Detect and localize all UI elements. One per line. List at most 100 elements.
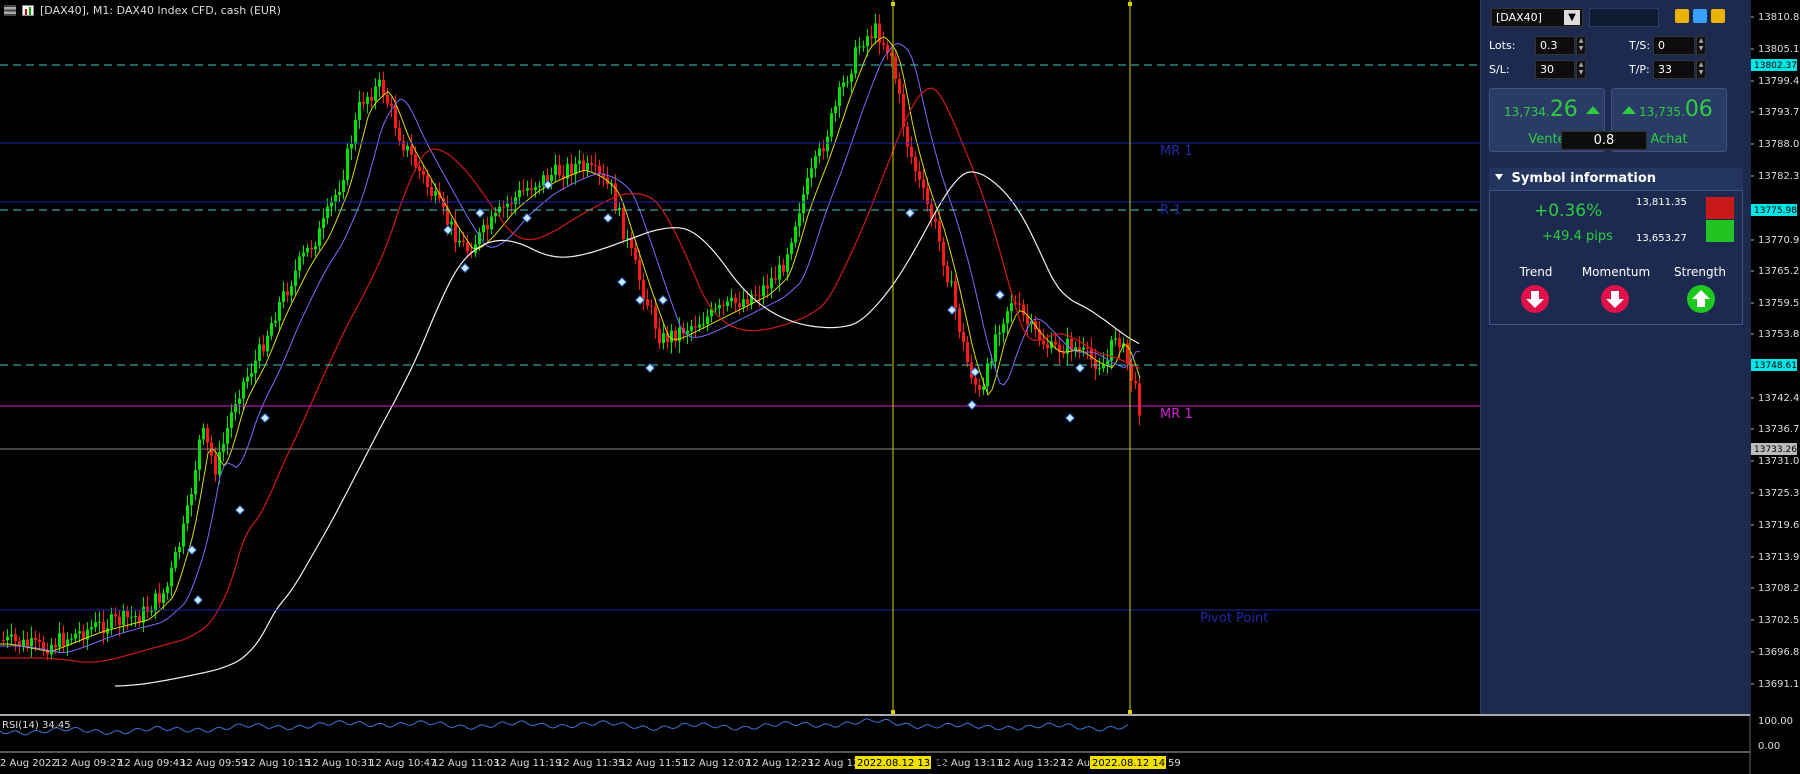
lots-stepper[interactable]: ▲ ▼ <box>1576 36 1586 55</box>
candle-body <box>626 238 629 240</box>
candle-body <box>730 297 733 302</box>
candle-body <box>370 97 373 101</box>
candle-body <box>482 225 485 233</box>
indicator-momentum: Momentum <box>1570 265 1662 279</box>
sell-price-small: 13,734. <box>1504 105 1550 119</box>
strength-label: Strength <box>1674 265 1726 279</box>
price-tick-label: 13713.90 <box>1758 552 1800 563</box>
symbol-info-title: Symbol information <box>1511 171 1657 186</box>
candle-body <box>186 505 189 524</box>
candle-body <box>586 163 589 171</box>
candle-body <box>594 165 597 167</box>
candle-body <box>386 94 389 104</box>
candle-body <box>630 238 633 249</box>
candle-body <box>858 46 861 48</box>
lots-input[interactable]: 0.3 <box>1535 36 1575 55</box>
symbol-info-header[interactable]: Symbol information <box>1489 168 1743 191</box>
indicator-trend: Trend <box>1500 265 1572 279</box>
chart-type-icon[interactable] <box>22 5 34 16</box>
price-tag: 13733.26 <box>1754 445 1797 455</box>
sl-input[interactable]: 30 <box>1535 60 1575 79</box>
candle-body <box>1106 360 1109 365</box>
momentum-arrow-down-icon <box>1601 285 1629 313</box>
sl-stepper[interactable]: ▲ ▼ <box>1576 60 1586 79</box>
candle-body <box>374 86 377 101</box>
settings-icon[interactable] <box>1693 9 1707 23</box>
candle-body <box>398 128 401 142</box>
candle-body <box>950 281 953 283</box>
candle-body <box>954 281 957 309</box>
candle-body <box>722 305 725 307</box>
candle-body <box>734 297 737 304</box>
candle-body <box>830 113 833 137</box>
signal-marker <box>235 505 245 515</box>
candle-body <box>434 191 437 196</box>
candle-body <box>938 221 941 242</box>
window-icon[interactable] <box>1711 9 1725 23</box>
candle-body <box>270 322 273 336</box>
candle-body <box>326 206 329 219</box>
ts-stepper[interactable]: ▲ ▼ <box>1696 36 1706 55</box>
time-tick-label: 12 Aug 11:51 <box>620 758 687 769</box>
tp-stepper[interactable]: ▲ ▼ <box>1696 60 1706 79</box>
candle-body <box>518 190 521 198</box>
candle-body <box>690 326 693 331</box>
candle-body <box>514 197 517 205</box>
sl-label: S/L: <box>1489 63 1510 76</box>
candle-body <box>1042 340 1045 345</box>
time-tick-label: 12 Aug 12:07 <box>683 758 750 769</box>
candle-body <box>38 639 41 643</box>
candle-body <box>114 614 117 617</box>
chevron-down-icon[interactable]: ▼ <box>1564 10 1580 25</box>
candle-body <box>1134 381 1137 384</box>
candle-body <box>266 335 269 352</box>
candle-body <box>162 592 165 603</box>
candle-body <box>298 256 301 271</box>
tp-input[interactable]: 33 <box>1653 60 1695 79</box>
copy-icon[interactable] <box>1675 9 1689 23</box>
candle-body <box>318 228 321 247</box>
candle-body <box>966 342 969 363</box>
candle-body <box>1062 352 1065 354</box>
candle-body <box>154 593 157 611</box>
candle-body <box>50 644 53 655</box>
candle-body <box>490 216 493 230</box>
candle-body <box>554 164 557 175</box>
blank-field[interactable] <box>1589 8 1659 27</box>
candle-body <box>802 194 805 214</box>
candle-body <box>430 187 433 196</box>
time-tick-label: 12 Aug 10:47 <box>369 758 436 769</box>
price-tick-label: 13788.00 <box>1758 139 1800 150</box>
candle-body <box>190 494 193 506</box>
candle-body <box>798 213 801 227</box>
price-tag: 13775.98 <box>1754 206 1797 216</box>
ts-input[interactable]: 0 <box>1653 36 1695 55</box>
price-tag: 13748.61 <box>1754 361 1797 371</box>
candle-body <box>350 144 353 149</box>
candle-body <box>406 145 409 151</box>
price-tick-label: 13759.50 <box>1758 298 1800 309</box>
signal-marker <box>1065 413 1075 423</box>
chart-menu-icon[interactable] <box>4 5 16 16</box>
separator-handle-bottom <box>1128 710 1132 714</box>
candle-body <box>962 331 965 343</box>
candle-body <box>178 546 181 552</box>
candle-body <box>6 636 9 641</box>
price-tag: 13802.37 <box>1754 61 1797 71</box>
candle-body <box>250 373 253 377</box>
level-lines: MR 1 R 1 MR 1 Pivot Point <box>0 64 1480 626</box>
time-tick-label: 12 Aug 12: <box>808 758 863 769</box>
price-tick-label: 13742.40 <box>1758 393 1800 404</box>
candle-body <box>694 326 697 328</box>
candle-body <box>62 633 65 647</box>
candle-body <box>922 179 925 189</box>
indicator-strength: Strength <box>1662 265 1738 279</box>
candle-body <box>354 119 357 145</box>
rsi-scale-bottom: 0.00 <box>1758 741 1780 752</box>
candle-body <box>762 285 765 297</box>
symbol-select[interactable]: [DAX40] ▼ <box>1491 8 1583 27</box>
candle-body <box>314 246 317 250</box>
rsi-label: RSI(14) 34.45 <box>2 720 71 731</box>
candle-body <box>918 171 921 180</box>
time-tick-label: 12 Aug 09:27 <box>55 758 122 769</box>
